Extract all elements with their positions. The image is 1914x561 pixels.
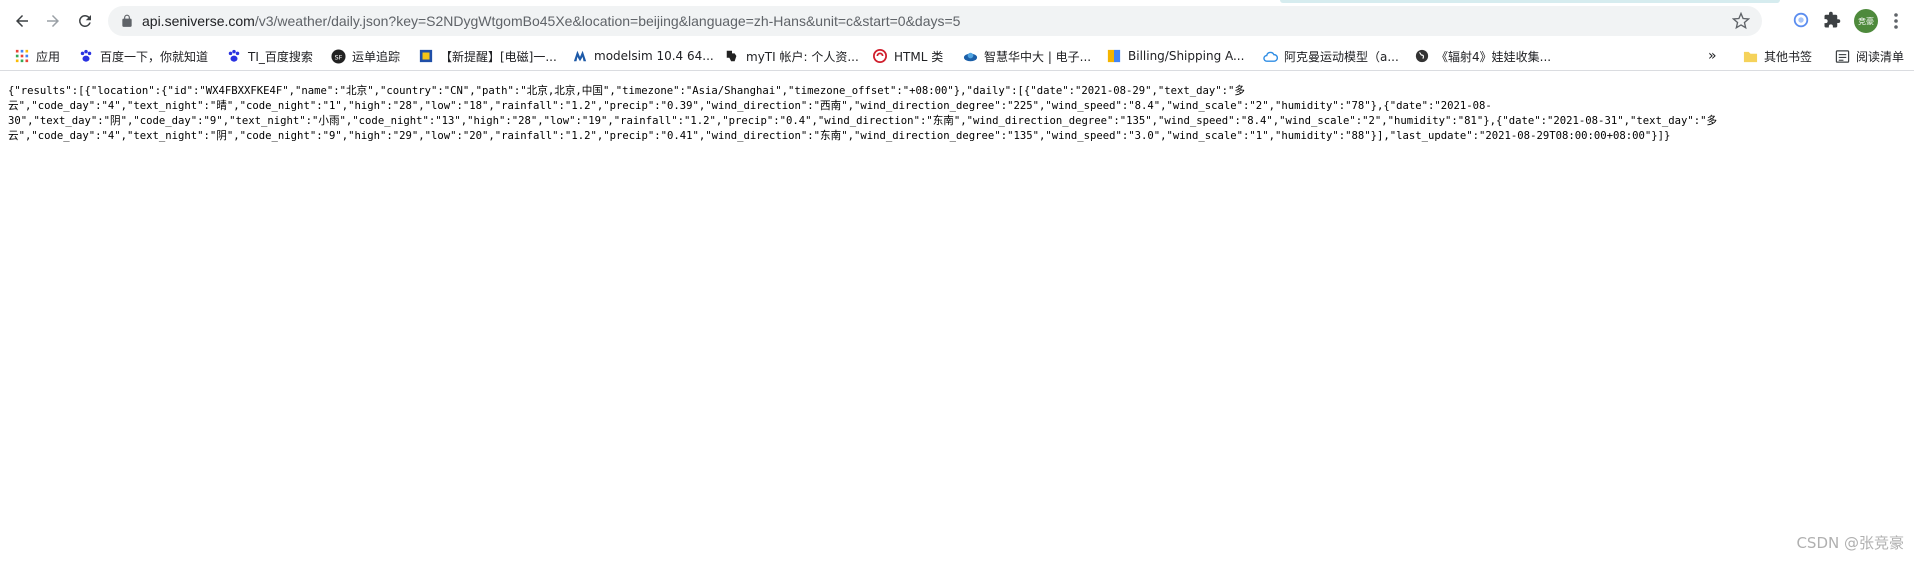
svg-text:SF: SF: [334, 53, 342, 61]
bookmark-sf-tracking[interactable]: SF 运单追踪: [330, 46, 400, 66]
bookmark-label: 其他书签: [1764, 49, 1813, 64]
bookmark-myti[interactable]: myTI 帐户: 个人资...: [724, 46, 859, 66]
browser-toolbar: api.seniverse.com/v3/weather/daily.json?…: [0, 0, 1914, 41]
bookmark-label: 运单追踪: [352, 49, 401, 64]
billing-logo-icon: [1106, 48, 1122, 64]
bookmark-billing[interactable]: Billing/Shipping A...: [1106, 46, 1244, 66]
reload-icon: [79, 14, 91, 27]
arrow-right-icon: [47, 15, 59, 27]
reload-button[interactable]: [71, 7, 99, 35]
sf-logo-icon: SF: [330, 48, 346, 64]
bookmark-label: 【新提醒】[电磁]一...: [440, 49, 557, 64]
extension-circle-icon[interactable]: [1791, 10, 1811, 30]
reading-list-button[interactable]: 阅读清单: [1834, 46, 1904, 66]
folder-icon: [1742, 48, 1758, 64]
bookmark-label: HTML 类: [894, 49, 944, 64]
bookmarks-overflow-button[interactable]: »: [1708, 46, 1717, 66]
modelsim-logo-icon: [572, 48, 588, 64]
bookmark-html[interactable]: HTML 类: [872, 46, 943, 66]
arrow-left-icon: [16, 15, 28, 27]
bookmark-label: myTI 帐户: 个人资...: [746, 49, 859, 64]
back-button[interactable]: [8, 7, 36, 35]
bookmarks-bar: 应用 百度一下，你就知道 TI_百度搜索 SF 运单追踪 【新提醒】[电磁]一.…: [0, 41, 1914, 71]
bookmark-apps[interactable]: 应用: [14, 46, 60, 66]
bookmark-label: 应用: [36, 49, 61, 64]
forum-logo-icon: [418, 48, 434, 64]
bookmark-label: 百度一下，你就知道: [100, 49, 209, 64]
bookmark-label: TI_百度搜索: [248, 49, 313, 64]
bookmark-label: 阿克曼运动模型（a...: [1284, 49, 1399, 64]
lock-icon: [122, 14, 132, 27]
reading-list-icon: [1834, 48, 1850, 64]
watermark: CSDN @张竞豪: [1796, 534, 1904, 552]
bookmark-ti-baidu[interactable]: TI_百度搜索: [226, 46, 313, 66]
json-response-body: {"results":[{"location":{"id":"WX4FBXXFK…: [8, 85, 1718, 142]
cloud-logo-icon: [962, 48, 978, 64]
bookmark-label: modelsim 10.4 64...: [594, 49, 714, 63]
bookmark-label: Billing/Shipping A...: [1128, 49, 1245, 63]
bookmark-label: 《辐射4》娃娃收集...: [1436, 49, 1552, 64]
bookmark-fallout[interactable]: 《辐射4》娃娃收集...: [1414, 46, 1551, 66]
bookmark-baidu[interactable]: 百度一下，你就知道: [78, 46, 208, 66]
bookmark-hust[interactable]: 智慧华中大 | 电子...: [962, 46, 1091, 66]
url-host: api.seniverse.com: [142, 13, 255, 29]
url-path: /v3/weather/daily.json?key=S2NDygWtgomBo…: [254, 13, 961, 29]
html-logo-icon: [872, 48, 888, 64]
puzzle-icon[interactable]: [1822, 10, 1842, 30]
active-tab-indicator: [1280, 0, 1780, 3]
bookmark-label: 智慧华中大 | 电子...: [984, 49, 1092, 64]
star-icon[interactable]: [1732, 12, 1750, 30]
baidu-paw-icon: [78, 48, 94, 64]
address-bar[interactable]: api.seniverse.com/v3/weather/daily.json?…: [108, 6, 1762, 36]
baidu-paw-icon: [226, 48, 242, 64]
bookmark-modelsim[interactable]: modelsim 10.4 64...: [572, 46, 714, 66]
chevron-double-right-icon: »: [1708, 48, 1717, 64]
avatar[interactable]: 竞豪: [1854, 9, 1878, 33]
apps-grid-icon: [14, 48, 30, 64]
bookmark-ackermann[interactable]: 阿克曼运动模型（a...: [1262, 46, 1399, 66]
bookmark-label: 阅读清单: [1856, 49, 1905, 64]
cloud-icon: [1262, 48, 1278, 64]
forward-button[interactable]: [39, 7, 67, 35]
more-menu-icon[interactable]: [1888, 11, 1904, 31]
globe-icon: [1414, 48, 1430, 64]
bookmark-new-reminder[interactable]: 【新提醒】[电磁]一...: [418, 46, 557, 66]
ti-logo-icon: [724, 48, 740, 64]
url-text: api.seniverse.com/v3/weather/daily.json?…: [142, 13, 960, 29]
bookmark-other[interactable]: 其他书签: [1742, 46, 1812, 66]
